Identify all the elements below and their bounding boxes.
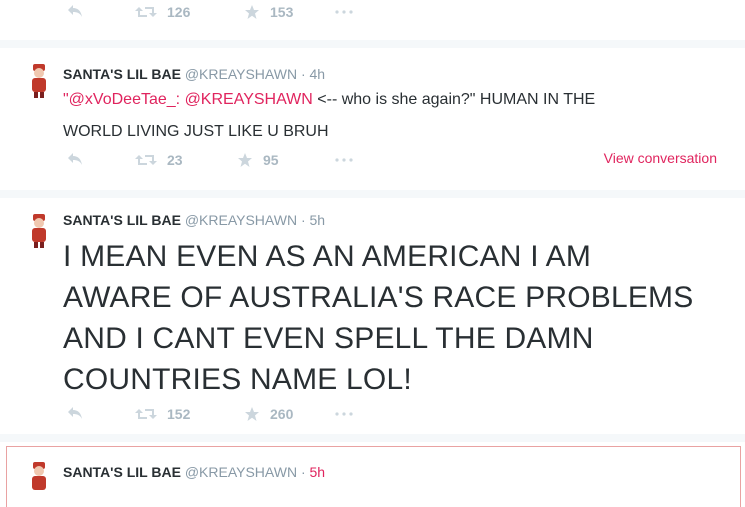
favorite-count: 260 bbox=[270, 406, 294, 422]
retweet-icon bbox=[135, 409, 157, 419]
favorite-button[interactable]: 260 bbox=[244, 406, 293, 422]
reply-icon bbox=[68, 407, 82, 419]
avatar[interactable] bbox=[28, 62, 52, 98]
separator-dot: · bbox=[300, 66, 306, 82]
tweet-separator bbox=[0, 434, 745, 442]
retweet-button[interactable]: 152 bbox=[135, 406, 190, 422]
retweet-count: 152 bbox=[167, 406, 191, 422]
favorite-icon bbox=[245, 5, 259, 19]
separator-dot: · bbox=[300, 212, 306, 228]
timestamp[interactable]: 4h bbox=[310, 66, 326, 82]
tweet-header: SANTA'S LIL BAE @KREAYSHAWN · 4h bbox=[63, 66, 325, 82]
display-name[interactable]: SANTA'S LIL BAE bbox=[63, 212, 181, 228]
tweet-separator bbox=[0, 190, 745, 198]
tweet-text-line: AND I CANT EVEN SPELL THE DAMN bbox=[63, 322, 594, 355]
tweet-header: SANTA'S LIL BAE @KREAYSHAWN · 5h bbox=[63, 212, 325, 228]
separator-dot: · bbox=[300, 464, 306, 480]
favorite-icon bbox=[238, 153, 252, 167]
username[interactable]: @KREAYSHAWN bbox=[185, 212, 297, 228]
mention-link[interactable]: @KREAYSHAWN bbox=[185, 91, 313, 108]
tweet-text-line: I MEAN EVEN AS AN AMERICAN I AM bbox=[63, 240, 592, 273]
reply-button[interactable] bbox=[67, 4, 83, 18]
tweet-text-line: AWARE OF AUSTRALIA'S RACE PROBLEMS bbox=[63, 281, 694, 314]
favorite-count: 153 bbox=[270, 4, 294, 20]
retweet-button[interactable]: 126 bbox=[135, 4, 190, 20]
more-button[interactable] bbox=[335, 158, 353, 162]
retweet-icon bbox=[135, 7, 157, 17]
timestamp[interactable]: 5h bbox=[310, 212, 326, 228]
favorite-button[interactable]: 95 bbox=[237, 152, 279, 168]
username[interactable]: @KREAYSHAWN bbox=[185, 464, 297, 480]
more-button[interactable] bbox=[335, 412, 353, 416]
avatar[interactable] bbox=[28, 212, 52, 248]
tweet-text: I MEAN EVEN AS AN AMERICAN I AM AWARE OF… bbox=[63, 236, 733, 400]
reply-icon bbox=[68, 5, 82, 17]
tweet-item[interactable]: SANTA'S LIL BAE @KREAYSHAWN · 4h "@xVoDe… bbox=[0, 48, 745, 190]
favorite-count: 95 bbox=[263, 152, 279, 168]
reply-icon bbox=[68, 153, 82, 165]
tweet-text-line: COUNTRIES NAME LOL! bbox=[63, 363, 412, 396]
more-icon bbox=[335, 10, 353, 14]
tweet-item[interactable]: 126 153 bbox=[0, 0, 745, 30]
more-icon bbox=[335, 158, 353, 162]
display-name[interactable]: SANTA'S LIL BAE bbox=[63, 66, 181, 82]
username[interactable]: @KREAYSHAWN bbox=[185, 66, 297, 82]
mention-link[interactable]: "@xVoDeeTae_: bbox=[63, 91, 180, 108]
favorite-icon bbox=[245, 407, 259, 421]
tweet-item[interactable]: SANTA'S LIL BAE @KREAYSHAWN · 5h I MEAN … bbox=[0, 198, 745, 434]
tweet-text-line1: <-- who is she again?" HUMAN IN THE bbox=[312, 91, 596, 108]
tweet-header: SANTA'S LIL BAE @KREAYSHAWN · 5h bbox=[63, 464, 325, 480]
more-icon bbox=[335, 412, 353, 416]
retweet-count: 23 bbox=[167, 152, 183, 168]
favorite-button[interactable]: 153 bbox=[244, 4, 293, 20]
retweet-button[interactable]: 23 bbox=[135, 152, 183, 168]
tweet-text: "@xVoDeeTae_: @KREAYSHAWN <-- who is she… bbox=[63, 84, 733, 148]
retweet-count: 126 bbox=[167, 4, 191, 20]
more-button[interactable] bbox=[335, 10, 353, 14]
reply-button[interactable] bbox=[67, 406, 83, 420]
retweet-icon bbox=[135, 155, 157, 165]
view-conversation-link[interactable]: View conversation bbox=[604, 150, 717, 166]
avatar[interactable] bbox=[28, 460, 52, 496]
display-name[interactable]: SANTA'S LIL BAE bbox=[63, 464, 181, 480]
tweet-separator bbox=[0, 40, 745, 48]
tweet-text-line2: WORLD LIVING JUST LIKE U BRUH bbox=[63, 123, 329, 140]
timestamp[interactable]: 5h bbox=[310, 464, 326, 480]
tweet-item[interactable]: SANTA'S LIL BAE @KREAYSHAWN · 5h bbox=[0, 442, 745, 507]
reply-button[interactable] bbox=[67, 152, 83, 166]
